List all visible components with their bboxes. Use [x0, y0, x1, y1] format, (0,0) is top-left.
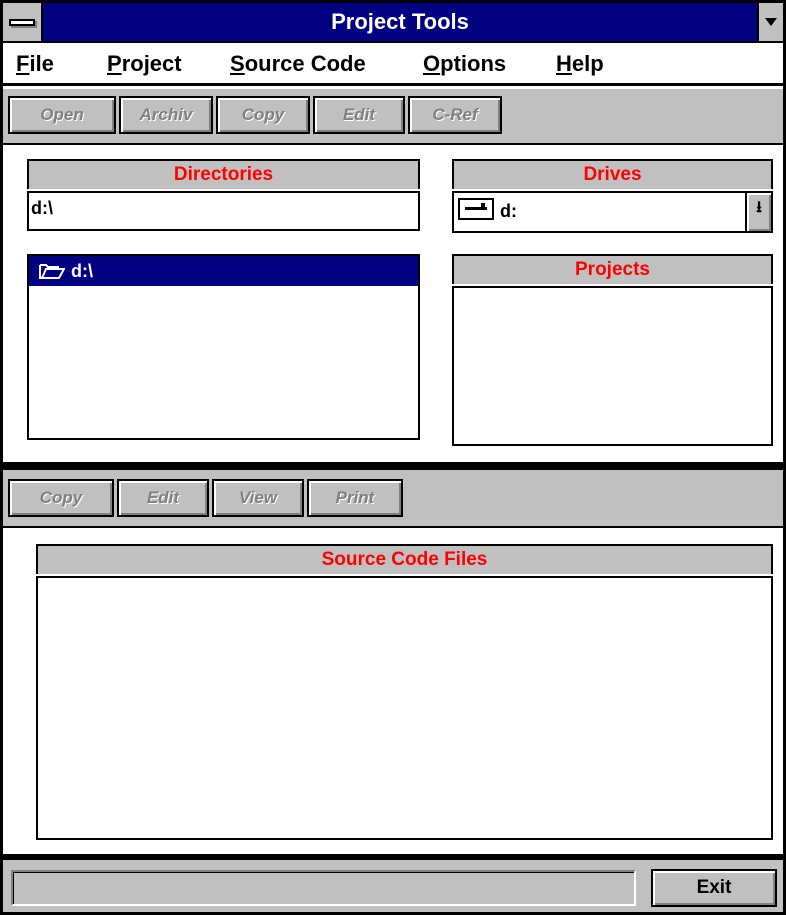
- source-files-header: Source Code Files: [36, 544, 773, 574]
- projects-header: Projects: [452, 254, 773, 284]
- minimize-button[interactable]: [757, 3, 783, 41]
- project-panel: Directories d:\ Drives d: ⭳ d:\ Projects: [3, 147, 783, 462]
- menu-file[interactable]: File: [16, 51, 54, 77]
- directory-list-item[interactable]: d:\: [29, 256, 418, 286]
- title-bar: Project Tools: [3, 3, 783, 43]
- menu-help-label: elp: [571, 51, 604, 76]
- directory-list[interactable]: d:\: [27, 254, 420, 440]
- menu-options-mnemonic: O: [423, 51, 441, 76]
- menu-help[interactable]: Help: [556, 51, 604, 77]
- menu-file-mnemonic: F: [16, 51, 30, 76]
- open-folder-icon: [39, 264, 65, 279]
- print-button[interactable]: Print: [307, 479, 403, 517]
- open-button[interactable]: Open: [8, 96, 116, 134]
- directory-item-label: d:\: [71, 261, 93, 281]
- down-arrow-icon: ⭳: [756, 199, 762, 216]
- menu-source-code-mnemonic: S: [230, 51, 245, 76]
- drive-selected-value: d:: [500, 201, 517, 221]
- drive-led: [481, 203, 485, 207]
- menu-project[interactable]: Project: [107, 51, 182, 77]
- dropdown-arrow-button[interactable]: ⭳: [745, 193, 771, 231]
- source-toolbar: Copy Edit View Print: [3, 468, 783, 528]
- drive-icon: [458, 198, 494, 220]
- menu-bar: File Project Source Code Options Help: [3, 45, 783, 86]
- status-field: [11, 870, 636, 906]
- project-toolbar: Open Archiv Copy Edit C-Ref: [3, 89, 783, 145]
- menu-source-code[interactable]: Source Code: [230, 51, 366, 77]
- edit-source-button[interactable]: Edit: [117, 479, 209, 517]
- menu-options[interactable]: Options: [423, 51, 506, 77]
- system-menu-button[interactable]: [3, 3, 43, 41]
- main-window: Project Tools File Project Source Code O…: [0, 0, 786, 915]
- status-bar: Exit: [3, 860, 783, 912]
- down-arrow-icon: [765, 18, 777, 26]
- directory-path-field[interactable]: d:\: [27, 191, 420, 231]
- source-panel: Source Code Files: [3, 528, 783, 854]
- archive-button[interactable]: Archiv: [119, 96, 213, 134]
- menu-file-label: ile: [29, 51, 54, 76]
- drive-slot: [465, 207, 487, 210]
- menu-project-label: roject: [121, 51, 182, 76]
- directories-header: Directories: [27, 159, 420, 189]
- menu-help-mnemonic: H: [556, 51, 572, 76]
- view-button[interactable]: View: [212, 479, 304, 517]
- copy-source-button[interactable]: Copy: [8, 479, 114, 517]
- edit-project-button[interactable]: Edit: [313, 96, 405, 134]
- exit-button[interactable]: Exit: [651, 869, 777, 907]
- copy-project-button[interactable]: Copy: [216, 96, 310, 134]
- window-title: Project Tools: [331, 9, 469, 34]
- drives-header: Drives: [452, 159, 773, 189]
- menu-project-mnemonic: P: [107, 51, 122, 76]
- menu-source-code-label: ource Code: [244, 51, 366, 76]
- drives-dropdown[interactable]: d: ⭳: [452, 191, 773, 233]
- menu-options-label: ptions: [440, 51, 507, 76]
- source-files-list[interactable]: [36, 576, 773, 840]
- c-ref-button[interactable]: C-Ref: [408, 96, 502, 134]
- projects-list[interactable]: [452, 286, 773, 446]
- system-menu-icon: [9, 19, 35, 26]
